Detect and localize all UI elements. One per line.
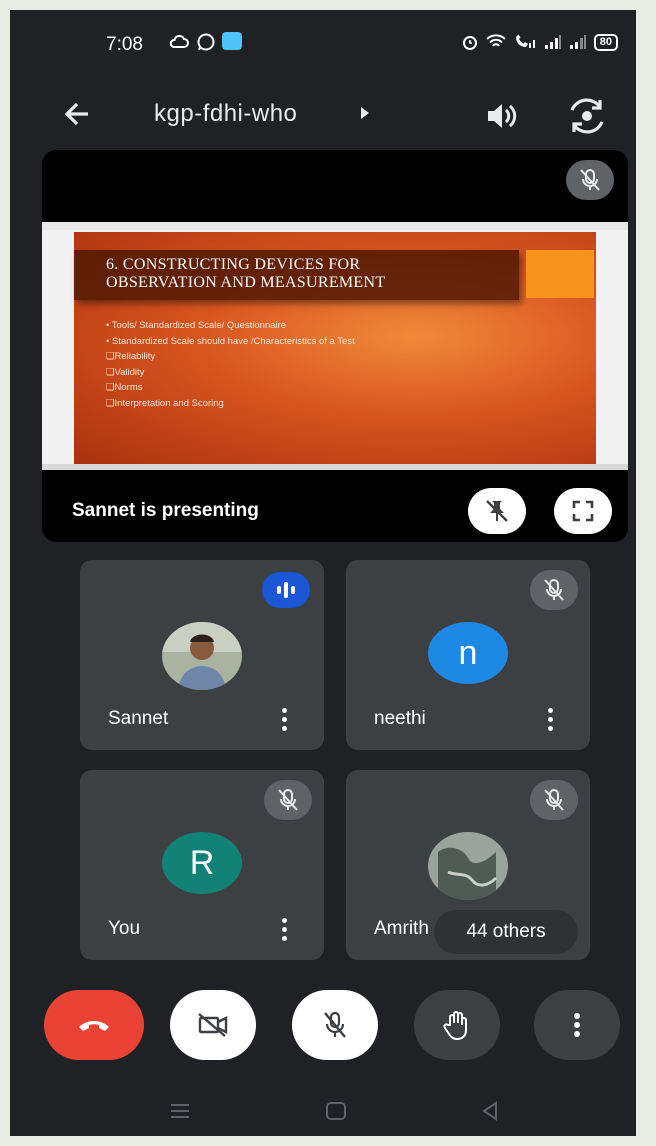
presentation-mute-indicator: [566, 160, 614, 200]
avatar-photo: [428, 832, 508, 900]
call-controls: [10, 970, 636, 1080]
slide-bullet-list: • Tools/ Standardized Scale/ Questionnai…: [106, 318, 355, 411]
speaker-icon[interactable]: [480, 96, 520, 136]
participant-more-options-icon[interactable]: [544, 706, 556, 734]
participant-name: Sannet: [108, 708, 169, 729]
avatar: n: [428, 622, 508, 684]
participant-muted-indicator: [264, 780, 312, 820]
camera-off-icon: [198, 1013, 228, 1037]
slide-title-line1: 6. CONSTRUCTING DEVICES FOR: [106, 256, 361, 273]
signal-icon: [544, 35, 561, 49]
menu-icon[interactable]: [160, 1096, 200, 1126]
message-icon: [222, 32, 242, 50]
alarm-icon: [462, 36, 477, 50]
battery-icon: 80: [593, 33, 618, 51]
raise-hand-button[interactable]: [414, 990, 500, 1060]
participant-more-options-icon[interactable]: [278, 706, 290, 734]
back-arrow-icon[interactable]: [58, 94, 98, 134]
participant-name: neethi: [374, 708, 426, 729]
mic-off-icon: [324, 1011, 346, 1038]
slide-bullet: • Tools/ Standardized Scale/ Questionnai…: [106, 320, 287, 331]
more-options-button[interactable]: [534, 990, 620, 1060]
avatar: R: [162, 832, 242, 894]
unpin-icon: [486, 500, 508, 522]
back-icon[interactable]: [470, 1096, 510, 1126]
fullscreen-icon: [572, 500, 594, 522]
participant-muted-indicator: [530, 780, 578, 820]
mic-off-icon: [278, 789, 298, 811]
presenter-label: Sannet is presenting: [72, 500, 259, 521]
cloud-sync-icon: [169, 34, 189, 48]
participant-tile-sannet[interactable]: Sannet: [80, 560, 324, 750]
shared-screen: 6. CONSTRUCTING DEVICES FOR OBSERVATION …: [42, 222, 628, 470]
participant-name: Amrith: [374, 918, 429, 939]
mic-toggle-button[interactable]: [292, 990, 378, 1060]
fullscreen-button[interactable]: [554, 488, 612, 534]
status-time: 7:08: [106, 34, 143, 55]
meeting-header: kgp-fdhi-who: [10, 76, 636, 156]
mic-off-icon: [544, 789, 564, 811]
speaking-indicator-icon: [262, 572, 310, 608]
meeting-title[interactable]: kgp-fdhi-who: [154, 100, 297, 128]
slide-title-line2: OBSERVATION AND MEASUREMENT: [106, 274, 386, 291]
slide: 6. CONSTRUCTING DEVICES FOR OBSERVATION …: [74, 232, 596, 464]
whatsapp-icon: [197, 33, 215, 51]
slide-bullet: ❑Reliability: [106, 351, 156, 362]
end-call-button[interactable]: [44, 990, 144, 1060]
slide-bullet: ❑Norms: [106, 382, 143, 393]
more-options-icon: [574, 1013, 580, 1037]
slide-accent-block: [526, 250, 594, 298]
meeting-info-chevron-icon[interactable]: [359, 106, 371, 120]
others-count-button[interactable]: 44 others: [434, 910, 578, 954]
mic-off-icon: [580, 169, 600, 191]
slide-bullet: ❑Validity: [106, 366, 145, 378]
status-bar: 7:08 80: [10, 10, 636, 76]
camera-toggle-button[interactable]: [170, 990, 256, 1060]
wifi-icon: [486, 34, 506, 47]
status-left-icons: [168, 32, 242, 52]
home-icon[interactable]: [316, 1096, 356, 1126]
raise-hand-icon: [443, 1011, 467, 1041]
taskbar-strip: [42, 464, 628, 470]
participant-muted-indicator: [530, 570, 578, 610]
end-call-icon: [79, 1021, 109, 1031]
participant-tile-you[interactable]: R You: [80, 770, 324, 960]
status-right-icons: 80: [461, 33, 618, 51]
participant-tile-neethi[interactable]: n neethi: [346, 560, 590, 750]
unpin-button[interactable]: [468, 488, 526, 534]
switch-camera-icon[interactable]: [566, 96, 608, 136]
volte-call-icon: [515, 34, 535, 48]
presenter-toolbar-strip: [42, 222, 628, 230]
presentation-card[interactable]: 6. CONSTRUCTING DEVICES FOR OBSERVATION …: [42, 150, 628, 542]
slide-bullet: • Standardized Scale should have /Charac…: [106, 335, 355, 347]
mic-off-icon: [544, 579, 564, 601]
participant-more-options-icon[interactable]: [278, 916, 290, 944]
slide-title: 6. CONSTRUCTING DEVICES FOR OBSERVATION …: [106, 256, 506, 292]
system-navigation-bar: [10, 1090, 636, 1136]
slide-bullet: ❑Interpretation and Scoring: [106, 397, 224, 409]
phone-screen: 7:08 80 kgp-fdhi-who 6. CONSTRUCTING DEV…: [10, 10, 636, 1136]
signal-icon: [569, 35, 586, 49]
avatar-photo: [162, 622, 242, 690]
participant-name: You: [108, 918, 141, 939]
